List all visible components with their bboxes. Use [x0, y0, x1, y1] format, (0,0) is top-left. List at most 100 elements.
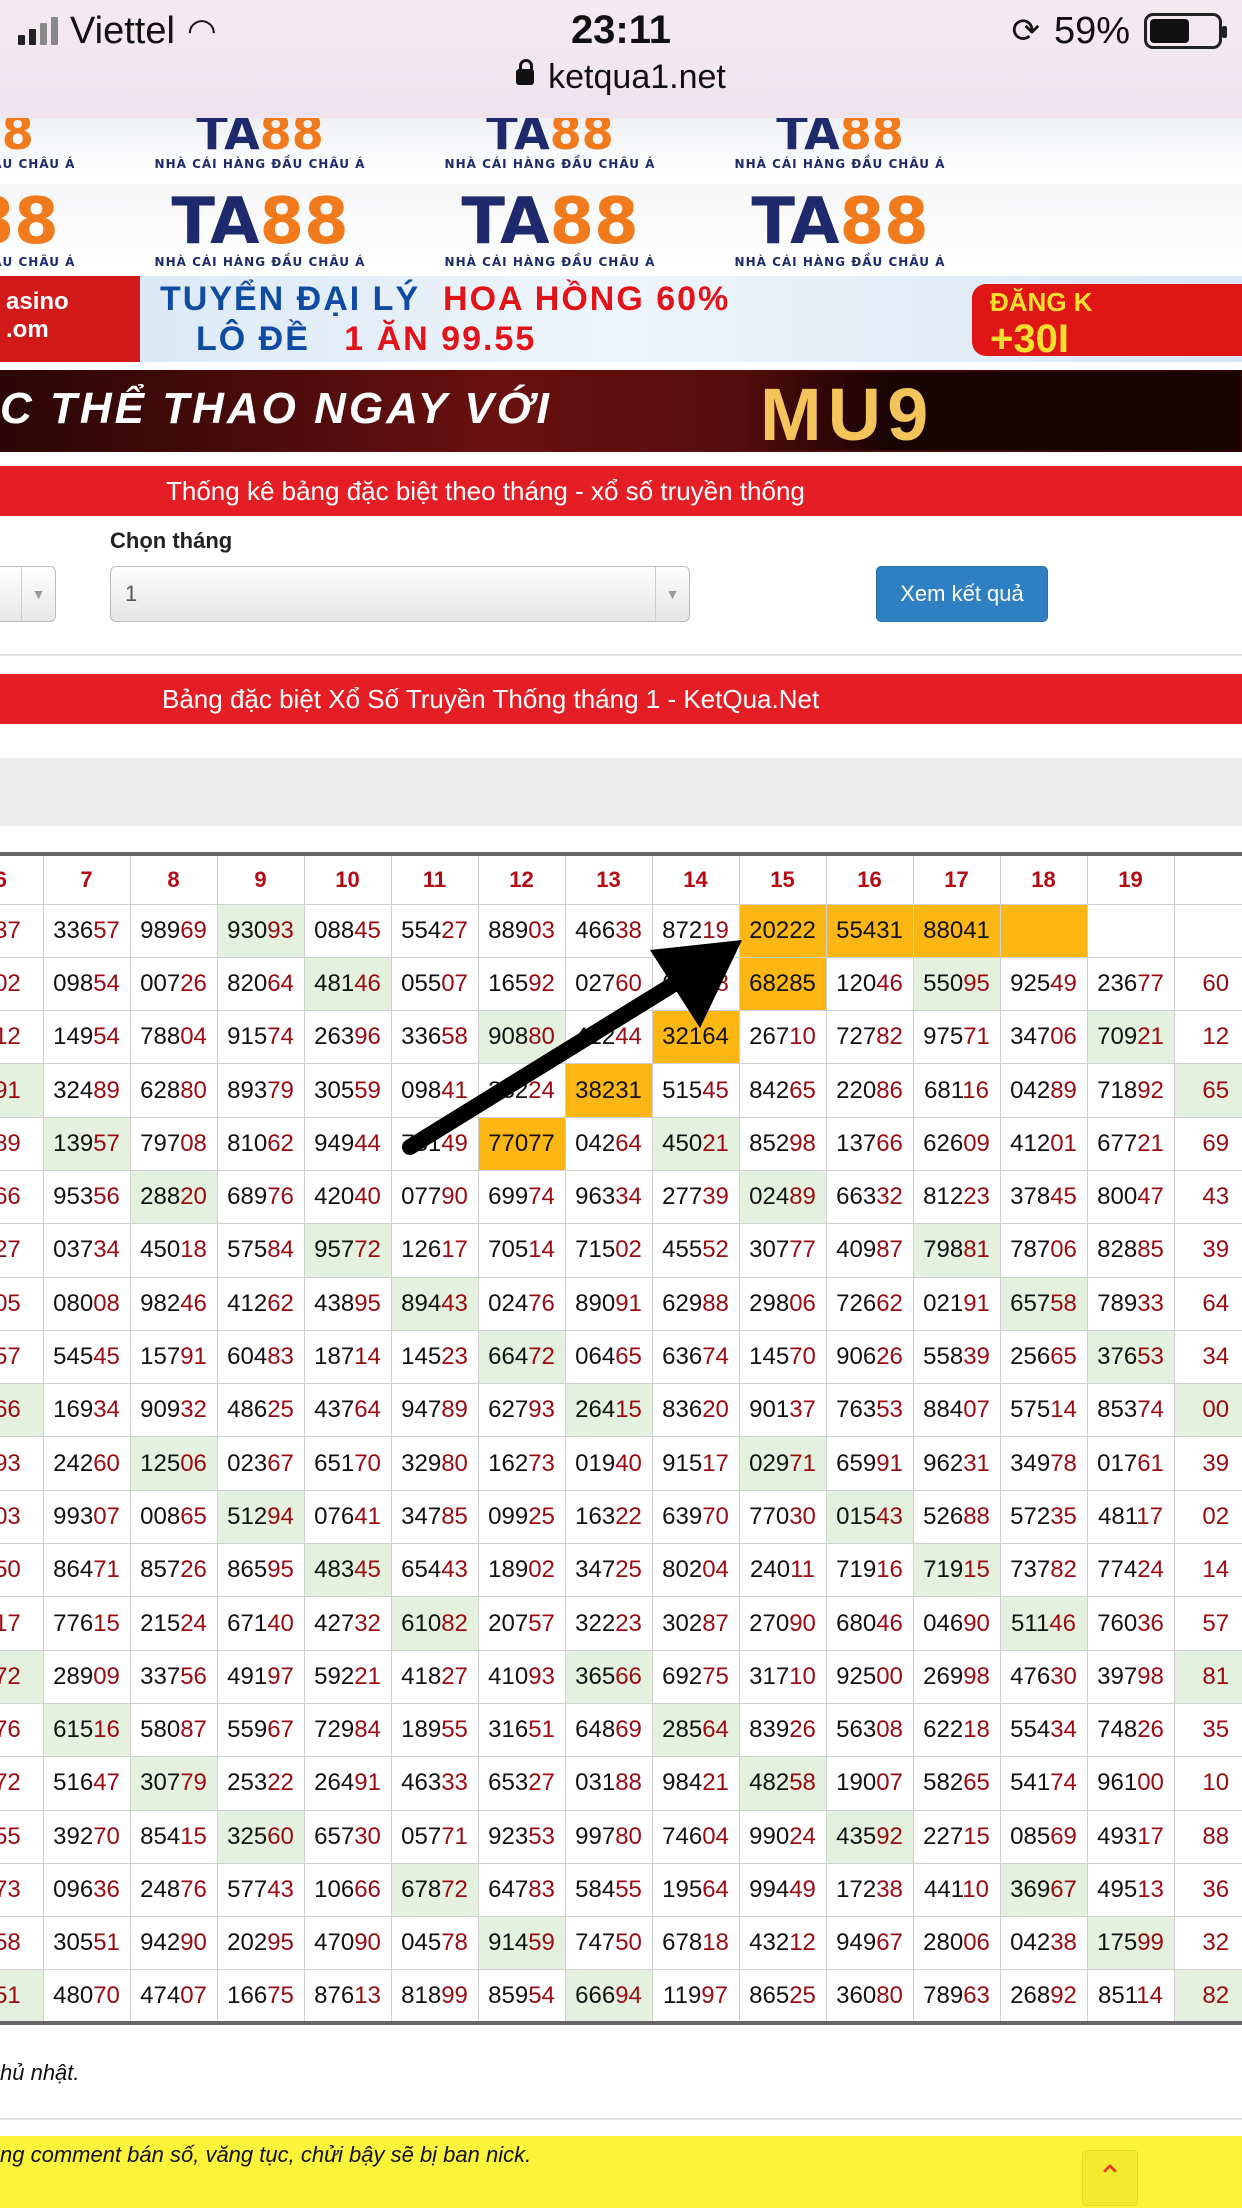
chevron-down-icon: ▼: [21, 567, 55, 621]
result-cell: 576: [0, 1702, 44, 1758]
browser-status-bar: Viettel ◠ 23:11 ⟳ 59% ketqua1.net: [0, 0, 1242, 118]
agent-line-2b: 1 ĂN 99.55: [344, 320, 537, 358]
result-cell: 34: [1173, 1329, 1242, 1385]
result-cell: 28006: [912, 1916, 1001, 1971]
day-header: 12: [477, 853, 566, 905]
result-cell: 57743: [216, 1862, 305, 1918]
day-header: 16: [825, 853, 914, 905]
month-select[interactable]: 1 ▼: [110, 566, 690, 622]
result-cell: 91459: [477, 1916, 566, 1971]
day-header: 9: [216, 853, 305, 905]
result-cell: 82: [1173, 1969, 1242, 2024]
result-cell: 85374: [1086, 1383, 1175, 1438]
result-cell: 18902: [477, 1543, 566, 1598]
table-row: 8177761521524671404273261082207573222330…: [0, 1596, 1242, 1651]
result-cell: 11997: [651, 1969, 740, 2024]
result-cell: 973: [0, 1862, 44, 1918]
special-results-table-wrap[interactable]: 678910111213141516171819 437336579896993…: [0, 852, 1242, 2026]
ad-banner-ta88[interactable]: TA88NHÀ CÁI HÀNG ĐẦU CHÂU ÁTA88NHÀ CÁI H…: [0, 184, 1242, 268]
result-cell: 90137: [738, 1383, 827, 1438]
result-cell: 06465: [564, 1329, 653, 1385]
result-cell: 36080: [825, 1969, 914, 2024]
result-cell: 42040: [303, 1169, 392, 1225]
register-bonus: +30I: [990, 316, 1069, 361]
section-title-stats: Thống kê bảng đặc biệt theo tháng - xổ s…: [0, 466, 1242, 516]
ta88-logo-ta: TA: [751, 185, 840, 259]
result-cell: 43895: [303, 1276, 392, 1331]
result-cell: 27090: [738, 1596, 827, 1651]
table-row: 4020985400726820644814605507165920276068…: [0, 956, 1242, 1012]
day-header: 18: [999, 853, 1088, 905]
result-cell: 32980: [390, 1436, 479, 1491]
result-cell: 89091: [564, 1276, 653, 1331]
ad-banner-ta88-top[interactable]: TA88NHÀ CÁI HÀNG ĐẦU CHÂU ÁTA88NHÀ CÁI H…: [0, 118, 1242, 174]
result-cell: 68338: [651, 956, 740, 1012]
result-cell: 51545: [651, 1063, 740, 1118]
url-bar[interactable]: ketqua1.net: [0, 58, 1242, 97]
result-cell: 64783: [477, 1862, 566, 1918]
result-cell: 57: [1173, 1596, 1242, 1651]
scroll-to-top-button[interactable]: ⌃: [1082, 2150, 1138, 2206]
padlock-icon: [516, 59, 535, 86]
result-cell: 04690: [912, 1596, 1001, 1651]
result-cell: 589: [0, 1116, 44, 1171]
result-cell: 00865: [129, 1489, 218, 1545]
table-header-row: 678910111213141516171819: [0, 853, 1242, 905]
result-cell: 85954: [477, 1969, 566, 2024]
result-cell: 54545: [42, 1329, 131, 1385]
result-cell: 56308: [825, 1702, 914, 1758]
ad-banner-agent[interactable]: asino .om TUYỂN ĐẠI LÝ HOA HỒNG 60% LÔ Đ…: [0, 276, 1242, 362]
result-cell: 58265: [912, 1756, 1001, 1811]
ad-banner-mu9[interactable]: C THỂ THAO NGAY VỚI MU9: [0, 370, 1242, 452]
result-cell: 94789: [390, 1383, 479, 1438]
result-cell: 69275: [651, 1649, 740, 1704]
result-cell: 65327: [477, 1756, 566, 1811]
result-cell: 65730: [303, 1809, 392, 1864]
result-cell: 26396: [303, 1010, 392, 1065]
result-cell: 18714: [303, 1329, 392, 1385]
result-cell: 98969: [129, 903, 218, 958]
ta88-logo-88: 88: [0, 185, 59, 259]
result-cell: 66694: [564, 1969, 653, 2024]
result-cell: 40987: [825, 1223, 914, 1278]
table-row: 5766151658087559677298418955316516486928…: [0, 1702, 1242, 1758]
result-cell: 266: [0, 1169, 44, 1225]
table-row: 1508647185726865954834565443189023472580…: [0, 1543, 1242, 1598]
result-cell: 30779: [129, 1756, 218, 1811]
table-row: 8913248962880893793055909841332243823151…: [0, 1063, 1242, 1118]
result-cell: 99024: [738, 1809, 827, 1864]
result-cell: 24876: [129, 1862, 218, 1918]
result-cell: 49317: [1086, 1809, 1175, 1864]
result-cell: 41262: [216, 1276, 305, 1331]
table-row: 0121495478804915742639633658908804124432…: [0, 1010, 1242, 1065]
result-cell: 83926: [738, 1702, 827, 1758]
chevron-down-icon: ▼: [655, 567, 689, 621]
table-row: 9730963624876577431066667872647835845519…: [0, 1862, 1242, 1918]
result-cell: 81: [1173, 1649, 1242, 1704]
result-cell: 66332: [825, 1169, 914, 1225]
result-cell: 39270: [42, 1809, 131, 1864]
result-cell: 04238: [999, 1916, 1088, 1971]
result-cell: 10: [1173, 1756, 1242, 1811]
result-cell: 55095: [912, 956, 1001, 1012]
result-cell: 90932: [129, 1383, 218, 1438]
result-cell: 12046: [825, 956, 914, 1012]
result-cell: 955: [0, 1809, 44, 1864]
month-label: Chọn tháng: [110, 528, 233, 553]
result-cell: 86525: [738, 1969, 827, 2024]
result-cell: 68046: [825, 1596, 914, 1651]
ta88-logo-88: 88: [259, 118, 324, 160]
result-cell: 72662: [825, 1276, 914, 1331]
result-cell: 55427: [390, 903, 479, 958]
ta88-logo: TA88NHÀ CÁI HÀNG ĐẦU CHÂU Á: [0, 118, 115, 170]
result-cell: 77030: [738, 1489, 827, 1545]
result-cell: 85298: [738, 1116, 827, 1171]
result-cell: 35: [1173, 1702, 1242, 1758]
result-cell: 26998: [912, 1649, 1001, 1704]
result-cell: 14: [1173, 1543, 1242, 1598]
result-cell: 36566: [564, 1649, 653, 1704]
result-cell: 20295: [216, 1916, 305, 1971]
result-cell: 02760: [564, 956, 653, 1012]
year-select[interactable]: ▼: [0, 566, 56, 622]
view-results-button[interactable]: Xem kết quả: [876, 566, 1048, 622]
